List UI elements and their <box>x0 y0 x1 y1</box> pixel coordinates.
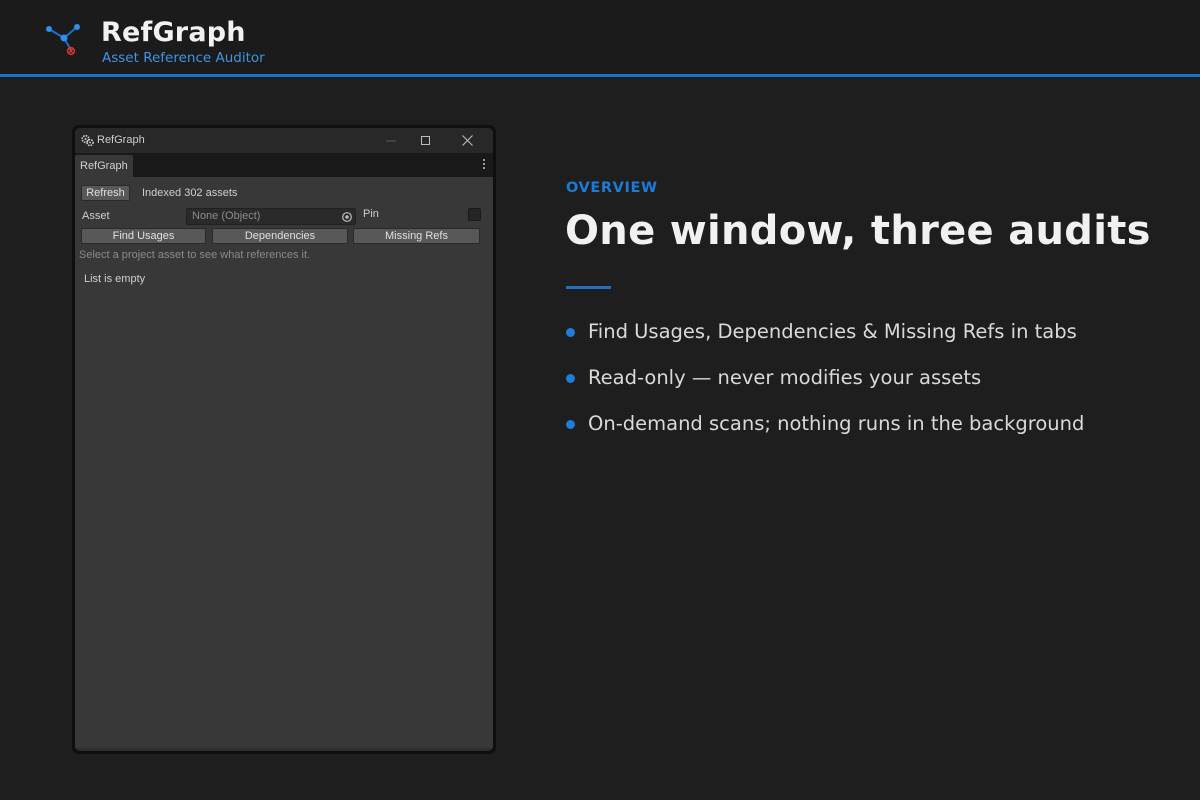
app-subtitle: Asset Reference Auditor <box>102 50 265 66</box>
bullet-text: On-demand scans; nothing runs in the bac… <box>588 412 1085 435</box>
asset-field-value: None (Object) <box>192 210 261 222</box>
window-bottom-edge <box>75 748 493 751</box>
list-item: On-demand scans; nothing runs in the bac… <box>566 412 1186 458</box>
more-options-icon[interactable] <box>481 159 487 171</box>
asset-label: Asset <box>82 210 110 222</box>
list-item: Find Usages, Dependencies & Missing Refs… <box>566 320 1186 366</box>
object-picker-icon[interactable] <box>341 211 353 223</box>
find-usages-button[interactable]: Find Usages <box>81 228 206 244</box>
dependencies-button[interactable]: Dependencies <box>212 228 348 244</box>
tab-refgraph[interactable]: RefGraph <box>75 155 133 177</box>
app-header: RefGraph Asset Reference Auditor <box>0 0 1200 77</box>
bullet-dot-icon <box>566 328 575 337</box>
bullet-text: Find Usages, Dependencies & Missing Refs… <box>588 320 1077 343</box>
editor-tab-bar: RefGraph <box>75 153 493 177</box>
pin-label: Pin <box>363 208 379 220</box>
refresh-button[interactable]: Refresh <box>81 185 130 201</box>
feature-list: Find Usages, Dependencies & Missing Refs… <box>566 320 1186 458</box>
bullet-dot-icon <box>566 374 575 383</box>
app-title: RefGraph <box>101 17 246 48</box>
minimize-button[interactable] <box>371 128 411 153</box>
bullet-dot-icon <box>566 420 575 429</box>
asset-object-field[interactable]: None (Object) <box>186 208 356 225</box>
close-button[interactable] <box>447 128 487 153</box>
minimize-icon <box>386 140 396 141</box>
editor-window: RefGraph RefGraph Refresh Indexed 302 as… <box>72 125 496 754</box>
list-empty-text: List is empty <box>84 273 146 285</box>
node-graph-icon <box>46 24 80 56</box>
hint-text: Select a project asset to see what refer… <box>79 249 311 261</box>
editor-window-body: RefGraph RefGraph Refresh Indexed 302 as… <box>75 128 493 751</box>
list-item: Read-only — never modifies your assets <box>566 366 1186 412</box>
accent-divider <box>566 286 611 289</box>
maximize-icon <box>421 135 430 145</box>
window-titlebar[interactable]: RefGraph <box>75 128 493 153</box>
pin-checkbox[interactable] <box>468 208 481 221</box>
missing-refs-button[interactable]: Missing Refs <box>353 228 480 244</box>
bullet-text: Read-only — never modifies your assets <box>588 366 982 389</box>
index-status: Indexed 302 assets <box>142 187 238 199</box>
section-headline: One window, three audits <box>565 208 1151 254</box>
results-list[interactable]: List is empty <box>79 264 486 744</box>
window-title: RefGraph <box>97 134 145 146</box>
gear-cluster-icon <box>81 134 94 147</box>
close-icon <box>461 135 473 146</box>
maximize-button[interactable] <box>406 128 446 153</box>
section-eyebrow: OVERVIEW <box>566 180 658 196</box>
